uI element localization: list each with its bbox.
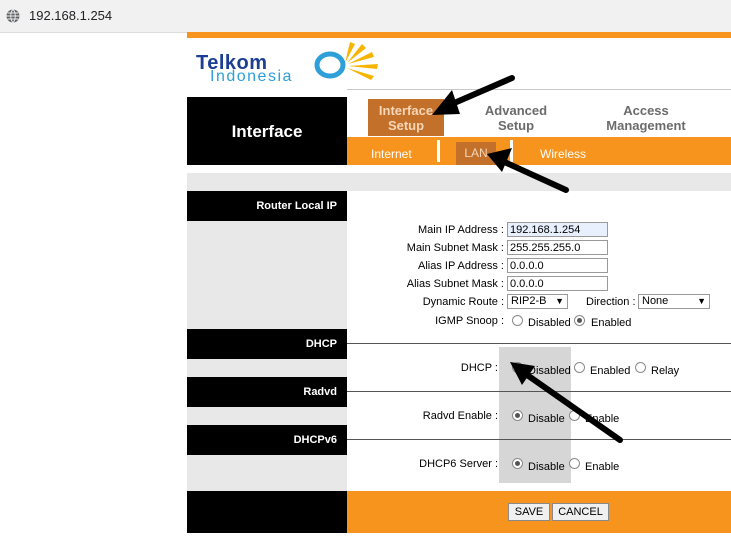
dhcp-disabled-label: Disabled (528, 365, 571, 377)
radvd-disable-radio[interactable] (512, 410, 523, 421)
main-subnet-input[interactable]: 255.255.255.0 (507, 240, 608, 255)
cancel-button[interactable]: CANCEL (552, 503, 609, 521)
igmp-disabled-label: Disabled (528, 317, 571, 329)
alias-ip-input[interactable]: 0.0.0.0 (507, 258, 608, 273)
url-text[interactable]: 192.168.1.254 (29, 8, 112, 23)
tab-access-management[interactable]: Access Management (590, 103, 702, 133)
footer-left (187, 491, 347, 533)
globe-icon (6, 9, 20, 23)
section-dhcp: DHCP (187, 329, 347, 359)
main-subnet-label: Main Subnet Mask : (406, 242, 504, 254)
main-ip-input[interactable]: 192.168.1.254 (507, 222, 608, 237)
subtab-internet[interactable]: Internet (371, 147, 412, 161)
section-rule (347, 391, 731, 392)
radvd-enable-label: Radvd Enable : (422, 410, 498, 422)
igmp-enabled-label: Enabled (591, 317, 632, 329)
dhcp6-enable-label: Enable (585, 461, 620, 473)
save-button[interactable]: SAVE (508, 503, 550, 521)
subtab-divider (437, 140, 440, 162)
radvd-enable-option-label: Enable (585, 413, 620, 425)
alias-ip-label: Alias IP Address : (417, 260, 504, 272)
igmp-snoop-label: IGMP Snoop : (435, 315, 504, 327)
direction-label: Direction : (586, 296, 636, 308)
subtab-wireless[interactable]: Wireless (540, 147, 586, 161)
logo-text-indonesia: Indonesia (210, 68, 293, 85)
dhcp-enabled-radio[interactable] (574, 362, 585, 373)
tab-interface-setup[interactable]: Interface Setup (368, 99, 444, 136)
section-router-local-ip: Router Local IP (187, 191, 347, 221)
header-divider (347, 89, 731, 90)
section-dhcpv6: DHCPv6 (187, 425, 347, 455)
dhcp-disabled-radio[interactable] (512, 362, 523, 373)
radvd-disable-label: Disable (528, 413, 565, 425)
tab-advanced-setup[interactable]: Advanced Setup (472, 103, 560, 133)
igmp-enabled-radio[interactable] (574, 315, 585, 326)
dhcp6-disable-radio[interactable] (512, 458, 523, 469)
subtab-divider (510, 140, 513, 162)
section-rule (347, 343, 731, 344)
main-ip-label: Main IP Address : (417, 224, 504, 236)
dhcp6-server-label: DHCP6 Server : (419, 458, 498, 470)
direction-value: None (642, 295, 669, 307)
subtab-lan[interactable]: LAN (456, 142, 496, 165)
direction-select[interactable]: None ▼ (638, 294, 710, 309)
dhcp-enabled-label: Enabled (590, 365, 631, 377)
igmp-disabled-radio[interactable] (512, 315, 523, 326)
radvd-enable-radio[interactable] (569, 410, 580, 421)
chevron-down-icon: ▼ (555, 296, 564, 306)
content-top-strip (187, 173, 731, 191)
section-rule (347, 439, 731, 440)
dynamic-route-value: RIP2-B (511, 295, 547, 307)
dhcp-label: DHCP : (460, 362, 498, 374)
telkom-logo-icon (314, 42, 378, 80)
alias-subnet-label: Alias Subnet Mask : (406, 278, 504, 290)
dynamic-route-label: Dynamic Route : (422, 296, 504, 308)
alias-subnet-input[interactable]: 0.0.0.0 (507, 276, 608, 291)
page-title: Interface (231, 122, 303, 141)
dynamic-route-select[interactable]: RIP2-B ▼ (507, 294, 568, 309)
chevron-down-icon: ▼ (697, 296, 706, 306)
dhcp-relay-radio[interactable] (635, 362, 646, 373)
dhcp6-disable-label: Disable (528, 461, 565, 473)
dhcp6-enable-radio[interactable] (569, 458, 580, 469)
dhcp-relay-label: Relay (651, 365, 680, 377)
section-radvd: Radvd (187, 377, 347, 407)
